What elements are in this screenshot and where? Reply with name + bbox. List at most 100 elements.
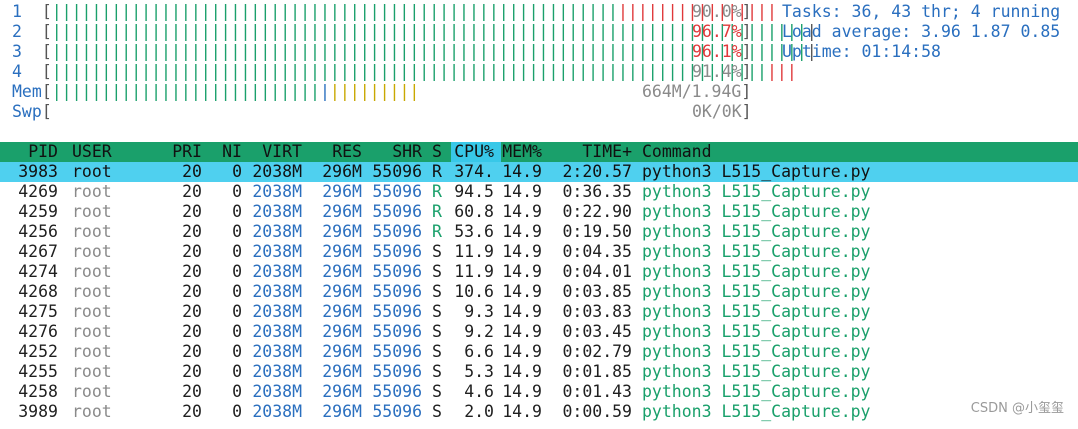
cell-command: python3 L515_Capture.py [642,282,871,302]
command-args: L515_Capture.py [721,342,871,361]
cell-cpu: 94.5 [454,182,494,201]
col-user[interactable]: USER [72,142,112,162]
mem-meter: Mem[||||||||||||||||||||||||||||||||||||… [12,82,420,101]
cell-ni: 0 [232,302,242,321]
table-row[interactable]: 4276 root 20 0 2038M 296M 55096 S 9.2 14.9 0:03.45… [0,322,1078,342]
cell-user: root [72,282,112,301]
cell-user: root [72,402,112,421]
table-row[interactable]: 4268 root 20 0 2038M 296M 55096 S 10.6 14.9 0:03.8… [0,282,1078,302]
table-row[interactable]: 3983 root 20 0 2038M 296M 55096 R 374. 14.9 2:20.5… [0,162,1078,182]
cell-command: python3 L515_Capture.py [642,302,871,322]
cell-ni: 0 [232,242,242,261]
col-mem[interactable]: MEM% [502,142,542,162]
cell-res: 296M [322,362,362,381]
cell-pri: 20 [182,382,202,401]
table-row[interactable]: 4252 root 20 0 2038M 296M 55096 S 6.6 14.9 0:02.79… [0,342,1078,362]
col-s[interactable]: S [432,142,442,162]
cell-s: S [432,262,442,281]
cpu-pct-2: 96.7%] [692,22,752,41]
cell-ni: 0 [232,282,242,301]
cell-ni: 0 [232,182,242,201]
cell-s: R [432,202,442,221]
command-name: python3 [642,202,712,221]
cell-virt: 2038M [252,362,302,381]
cell-s: S [432,322,442,341]
cell-ni: 0 [232,342,242,361]
command-name: python3 [642,382,712,401]
cell-user: root [72,222,112,241]
cell-ni: 0 [232,322,242,341]
swp-label: Swp [12,102,42,121]
col-pid[interactable]: PID [0,142,58,162]
command-name: python3 [642,222,712,241]
table-row[interactable]: 4269 root 20 0 2038M 296M 55096 R 94.5 14.9 0:36.3… [0,182,1078,202]
cell-user: root [72,362,112,381]
command-name: python3 [642,262,712,281]
cell-res: 296M [322,222,362,241]
command-args: L515_Capture.py [721,202,871,221]
swp-meter: Swp[ [12,102,52,121]
cell-s: S [432,362,442,381]
col-virt[interactable]: VIRT [250,142,302,162]
cpu-bar-red: ||| [767,62,797,81]
cell-virt: 2038M [252,322,302,341]
cpu-label: 4 [12,62,22,81]
command-args: L515_Capture.py [721,162,871,181]
cell-pri: 20 [182,362,202,381]
cell-s: R [432,222,442,241]
cell-cpu: 5.3 [464,362,494,381]
cell-shr: 55096 [372,202,422,221]
cell-s: S [432,402,442,421]
cell-user: root [72,302,112,321]
cell-mem: 14.9 [502,382,542,401]
table-row[interactable]: 4255 root 20 0 2038M 296M 55096 S 5.3 14.9 0:01.85… [0,362,1078,382]
col-res[interactable]: RES [318,142,362,162]
cell-pid: 3983 [18,162,58,181]
cell-ni: 0 [232,382,242,401]
col-ni[interactable]: NI [220,142,242,162]
command-name: python3 [642,302,712,321]
cell-time: 0:03.85 [562,282,632,301]
cell-virt: 2038M [252,242,302,261]
table-row[interactable]: 4267 root 20 0 2038M 296M 55096 S 11.9 14.9 0:04.3… [0,242,1078,262]
cell-user: root [72,202,112,221]
cell-res: 296M [322,282,362,301]
cell-mem: 14.9 [502,262,542,281]
cell-user: root [72,342,112,361]
command-name: python3 [642,342,712,361]
table-row[interactable]: 4259 root 20 0 2038M 296M 55096 R 60.8 14.9 0:22.9… [0,202,1078,222]
cell-virt: 2038M [252,202,302,221]
cell-pri: 20 [182,322,202,341]
col-command[interactable]: Command [642,142,712,162]
column-header: PID USER PRI NI VIRT RES SHR S CPU% MEM%… [0,142,1078,162]
cell-pid: 4256 [18,222,58,241]
cell-ni: 0 [232,262,242,281]
cell-time: 0:22.90 [562,202,632,221]
table-row[interactable]: 4258 root 20 0 2038M 296M 55096 S 4.6 14.9 0:01.43… [0,382,1078,402]
cpu-meter-1: 1 [|||||||||||||||||||||||||||||||||||||… [12,2,777,21]
table-row[interactable]: 4274 root 20 0 2038M 296M 55096 S 11.9 14.9 0:04.0… [0,262,1078,282]
cell-ni: 0 [232,202,242,221]
col-time[interactable]: TIME+ [560,142,632,162]
col-pri[interactable]: PRI [170,142,202,162]
watermark: CSDN @小玺玺 [970,401,1064,416]
cell-s: S [432,342,442,361]
cpu-pct-3: 96.1%] [692,42,752,61]
cpu-bar-green: ||||||||||||||||||||||||||||||||||||||||… [51,62,767,81]
cell-pid: 4267 [18,242,58,261]
table-row[interactable]: 3989 root 20 0 2038M 296M 55096 S 2.0 14.9 0:00.59… [0,402,1078,422]
cell-virt: 2038M [252,222,302,241]
cell-cpu: 4.6 [464,382,494,401]
cell-pri: 20 [182,402,202,421]
table-row[interactable]: 4275 root 20 0 2038M 296M 55096 S 9.3 14.9 0:03.83… [0,302,1078,322]
cell-pid: 4276 [18,322,58,341]
table-row[interactable]: 4256 root 20 0 2038M 296M 55096 R 53.6 14.9 0:19.5… [0,222,1078,242]
cell-mem: 14.9 [502,282,542,301]
cell-mem: 14.9 [502,182,542,201]
cell-mem: 14.9 [502,162,542,181]
cell-shr: 55096 [372,342,422,361]
col-shr[interactable]: SHR [370,142,422,162]
cell-user: root [72,382,112,401]
col-cpu[interactable]: CPU% [452,142,494,162]
cell-s: R [432,182,442,201]
